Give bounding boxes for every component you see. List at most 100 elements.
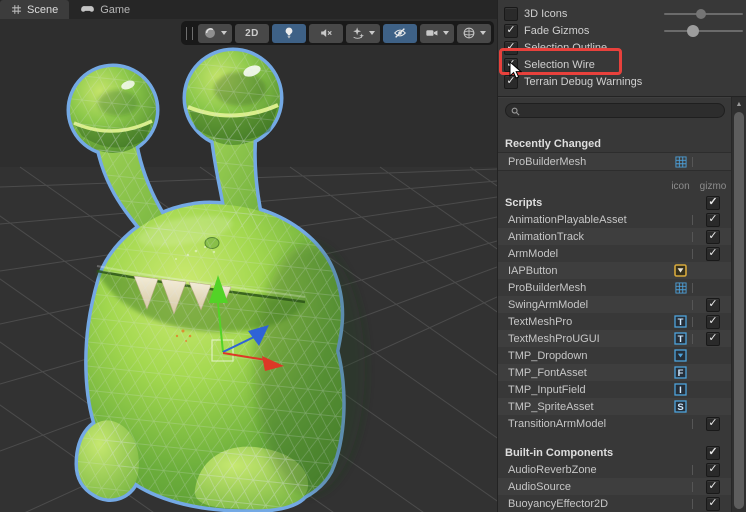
checkbox-fade-gizmos[interactable]: ✓: [504, 23, 518, 38]
shading-mode-button[interactable]: [198, 23, 232, 43]
svg-text:T: T: [678, 334, 684, 345]
row-label: AudioReverbZone: [508, 463, 597, 476]
row-tmp-fontasset[interactable]: TMP_FontAsset F: [498, 364, 731, 381]
gizmo-checkbox-animationtrack[interactable]: ✓: [706, 229, 720, 244]
row-audiosource[interactable]: AudioSource ✓: [498, 478, 731, 495]
lighting-toggle-button[interactable]: [272, 23, 306, 43]
slider-fade-gizmos[interactable]: [664, 25, 743, 37]
camera-view-caret-icon: [442, 30, 450, 36]
checkbox-selection-outline[interactable]: ✓: [504, 40, 518, 55]
row-transitionarmmodel[interactable]: TransitionArmModel ✓: [498, 415, 731, 432]
row-textmeshpro[interactable]: TextMeshPro T ✓: [498, 313, 731, 330]
gizmo-checkbox-audiosource[interactable]: ✓: [706, 479, 720, 494]
probuilder-icon[interactable]: [671, 281, 690, 294]
column-separator-tick: [692, 481, 693, 492]
sphere-icon: [203, 26, 217, 40]
tmp-dropdown-icon[interactable]: [671, 349, 690, 362]
probuilder-icon[interactable]: [671, 155, 690, 168]
toolbar-drag-handle-icon[interactable]: [186, 26, 193, 40]
gizmo-option-selection-outline: ✓ Selection Outline: [498, 39, 746, 56]
2d-toggle-label: 2D: [245, 27, 259, 39]
row-audioreverbzone[interactable]: AudioReverbZone ✓: [498, 461, 731, 478]
row-probuildermesh[interactable]: ProBuilderMesh: [498, 152, 731, 171]
unity-editor-window: 2D Scene Game 3D Icons ✓ Fade Gizmos ✓ Select…: [0, 0, 746, 512]
row-label: ArmModel: [508, 247, 559, 260]
2d-toggle-button[interactable]: 2D: [235, 23, 269, 43]
row-label: ProBuilderMesh: [508, 155, 587, 168]
gizmo-checkbox-textmeshpro[interactable]: ✓: [706, 314, 720, 329]
gizmo-checkbox-textmeshprougui[interactable]: ✓: [706, 331, 720, 346]
tmp-f-icon[interactable]: F: [671, 366, 690, 379]
gizmo-sections: Recently Changed ProBuilderMesh icon gizmo S…: [498, 135, 731, 512]
column-separator-tick: [692, 156, 693, 167]
row-tmp-dropdown[interactable]: TMP_Dropdown: [498, 347, 731, 364]
column-separator-tick: [692, 282, 693, 293]
gamepad-icon: [80, 5, 95, 15]
option-label: Selection Outline: [524, 41, 608, 54]
row-iapbutton[interactable]: IAPButton: [498, 262, 731, 279]
section-header-recently-changed: Recently Changed: [498, 135, 731, 152]
hidden-objects-toggle-button[interactable]: [383, 23, 417, 43]
tmp-t-icon[interactable]: T: [671, 315, 690, 328]
panel-scrollbar[interactable]: ▲: [731, 97, 746, 512]
scene-canvas: [0, 19, 497, 512]
section-gizmo-checkbox-built-in-components[interactable]: ✓: [706, 445, 720, 460]
scrollbar-up-arrow-icon[interactable]: ▲: [732, 97, 746, 111]
iap-icon[interactable]: [671, 264, 690, 277]
tmp-i-icon[interactable]: I: [671, 383, 690, 396]
grid-icon: [11, 4, 22, 15]
row-tmp-spriteasset[interactable]: TMP_SpriteAsset S: [498, 398, 731, 415]
row-label: TMP_Dropdown: [508, 349, 588, 362]
tmp-t-icon[interactable]: T: [671, 332, 690, 345]
row-tmp-inputfield[interactable]: TMP_InputField I: [498, 381, 731, 398]
scene-view: 2D Scene Game: [0, 0, 497, 512]
globe-icon: [462, 26, 476, 40]
row-label: TextMeshProUGUI: [508, 332, 600, 345]
row-armmodel[interactable]: ArmModel ✓: [498, 245, 731, 262]
effects-toggle-button[interactable]: [346, 23, 380, 43]
section-header-label: Scripts: [505, 196, 543, 209]
gizmo-checkbox-buoyancyeffector2d[interactable]: ✓: [706, 496, 720, 511]
column-header-icon: icon: [671, 181, 690, 192]
checkbox-3d-icons[interactable]: [504, 6, 518, 21]
row-animationtrack[interactable]: AnimationTrack ✓: [498, 228, 731, 245]
column-separator-tick: [692, 299, 693, 310]
row-label: ProBuilderMesh: [508, 281, 587, 294]
column-separator-tick: [692, 498, 693, 509]
gizmo-checkbox-animationplayableasset[interactable]: ✓: [706, 212, 720, 227]
gizmo-checkbox-armmodel[interactable]: ✓: [706, 246, 720, 261]
search-field-wrap: [505, 103, 725, 119]
audio-muted-icon: [319, 26, 333, 40]
gizmo-options: 3D Icons ✓ Fade Gizmos ✓ Selection Outline ✓ S…: [498, 0, 746, 92]
checkbox-selection-wire[interactable]: ✓: [504, 57, 518, 72]
scrollbar-thumb[interactable]: [734, 112, 744, 509]
audio-toggle-button[interactable]: [309, 23, 343, 43]
section-header-label: Built-in Components: [505, 446, 614, 459]
camera-view-button[interactable]: [420, 23, 454, 43]
section-gizmo-checkbox-scripts[interactable]: ✓: [706, 195, 720, 210]
row-buoyancyeffector2d[interactable]: BuoyancyEffector2D ✓: [498, 495, 731, 512]
tab-game[interactable]: Game: [69, 0, 141, 19]
column-separator-tick: [692, 418, 693, 429]
scene-viewport[interactable]: 2D: [0, 19, 497, 512]
shading-mode-caret-icon: [220, 30, 228, 36]
camera-icon: [425, 26, 439, 40]
row-label: SwingArmModel: [508, 298, 589, 311]
tmp-s-icon[interactable]: S: [671, 400, 690, 413]
gizmo-search-input[interactable]: [505, 103, 725, 118]
tab-label: Game: [100, 3, 131, 16]
tab-scene[interactable]: Scene: [0, 0, 70, 19]
gizmo-checkbox-transitionarmmodel[interactable]: ✓: [706, 416, 720, 431]
row-textmeshprougui[interactable]: TextMeshProUGUI T ✓: [498, 330, 731, 347]
gizmo-checkbox-audioreverbzone[interactable]: ✓: [706, 462, 720, 477]
svg-text:S: S: [677, 402, 683, 413]
scene-gizmo-button[interactable]: [457, 23, 491, 43]
gizmo-checkbox-swingarmmodel[interactable]: ✓: [706, 297, 720, 312]
row-animationplayableasset[interactable]: AnimationPlayableAsset ✓: [498, 211, 731, 228]
row-label: TextMeshPro: [508, 315, 573, 328]
row-label: AudioSource: [508, 480, 571, 493]
row-swingarmmodel[interactable]: SwingArmModel ✓: [498, 296, 731, 313]
checkbox-terrain-debug-warnings[interactable]: ✓: [504, 74, 518, 89]
row-probuildermesh[interactable]: ProBuilderMesh: [498, 279, 731, 296]
slider-3d-icons[interactable]: [664, 9, 743, 19]
